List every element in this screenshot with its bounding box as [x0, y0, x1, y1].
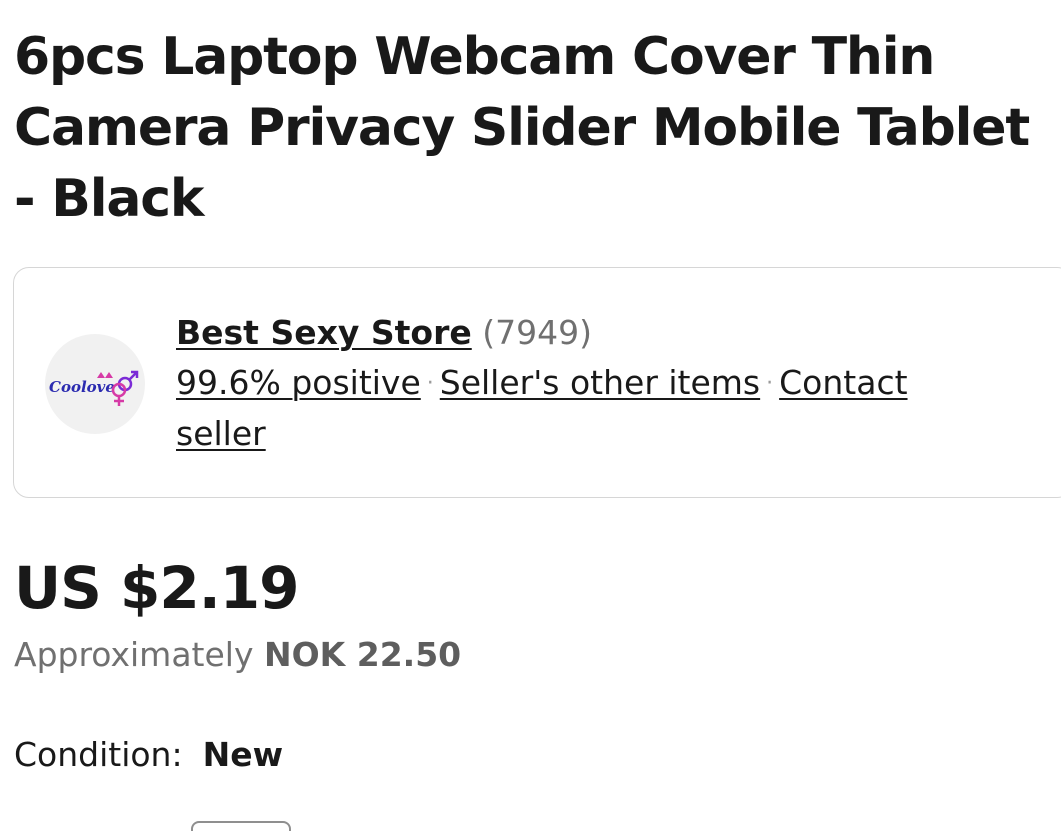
seller-name-link[interactable]: Best Sexy Store [176, 313, 472, 352]
condition-label: Condition: [14, 735, 183, 774]
approx-value: NOK 22.50 [264, 635, 462, 674]
sellers-other-items-link[interactable]: Seller's other items [440, 363, 760, 402]
feedback-count: (7949) [482, 313, 592, 352]
seller-logo-text: Coolove [49, 378, 115, 396]
quantity-input[interactable] [191, 821, 291, 831]
approximate-price: Approximately NOK 22.50 [14, 633, 461, 677]
seller-info: Best Sexy Store (7949) 99.6% positive · Se… [176, 308, 976, 459]
seller-card: Coolove Best Sexy Store (7949) 99.6% pos… [13, 267, 1061, 498]
item-condition: Condition: New [14, 733, 283, 777]
separator-dot: · [426, 371, 434, 396]
positive-feedback-link[interactable]: 99.6% positive [176, 363, 421, 402]
seller-avatar[interactable]: Coolove [45, 334, 145, 434]
separator-dot: · [766, 371, 774, 396]
product-title: 6pcs Laptop Webcam Cover Thin Camera Pri… [14, 27, 1030, 229]
seller-logo: Coolove [49, 370, 139, 406]
approx-label: Approximately [14, 635, 254, 674]
condition-value: New [202, 735, 284, 774]
item-price: US $2.19 [14, 554, 300, 622]
product-page: 6pcs Laptop Webcam Cover Thin Camera Pri… [0, 0, 1061, 831]
